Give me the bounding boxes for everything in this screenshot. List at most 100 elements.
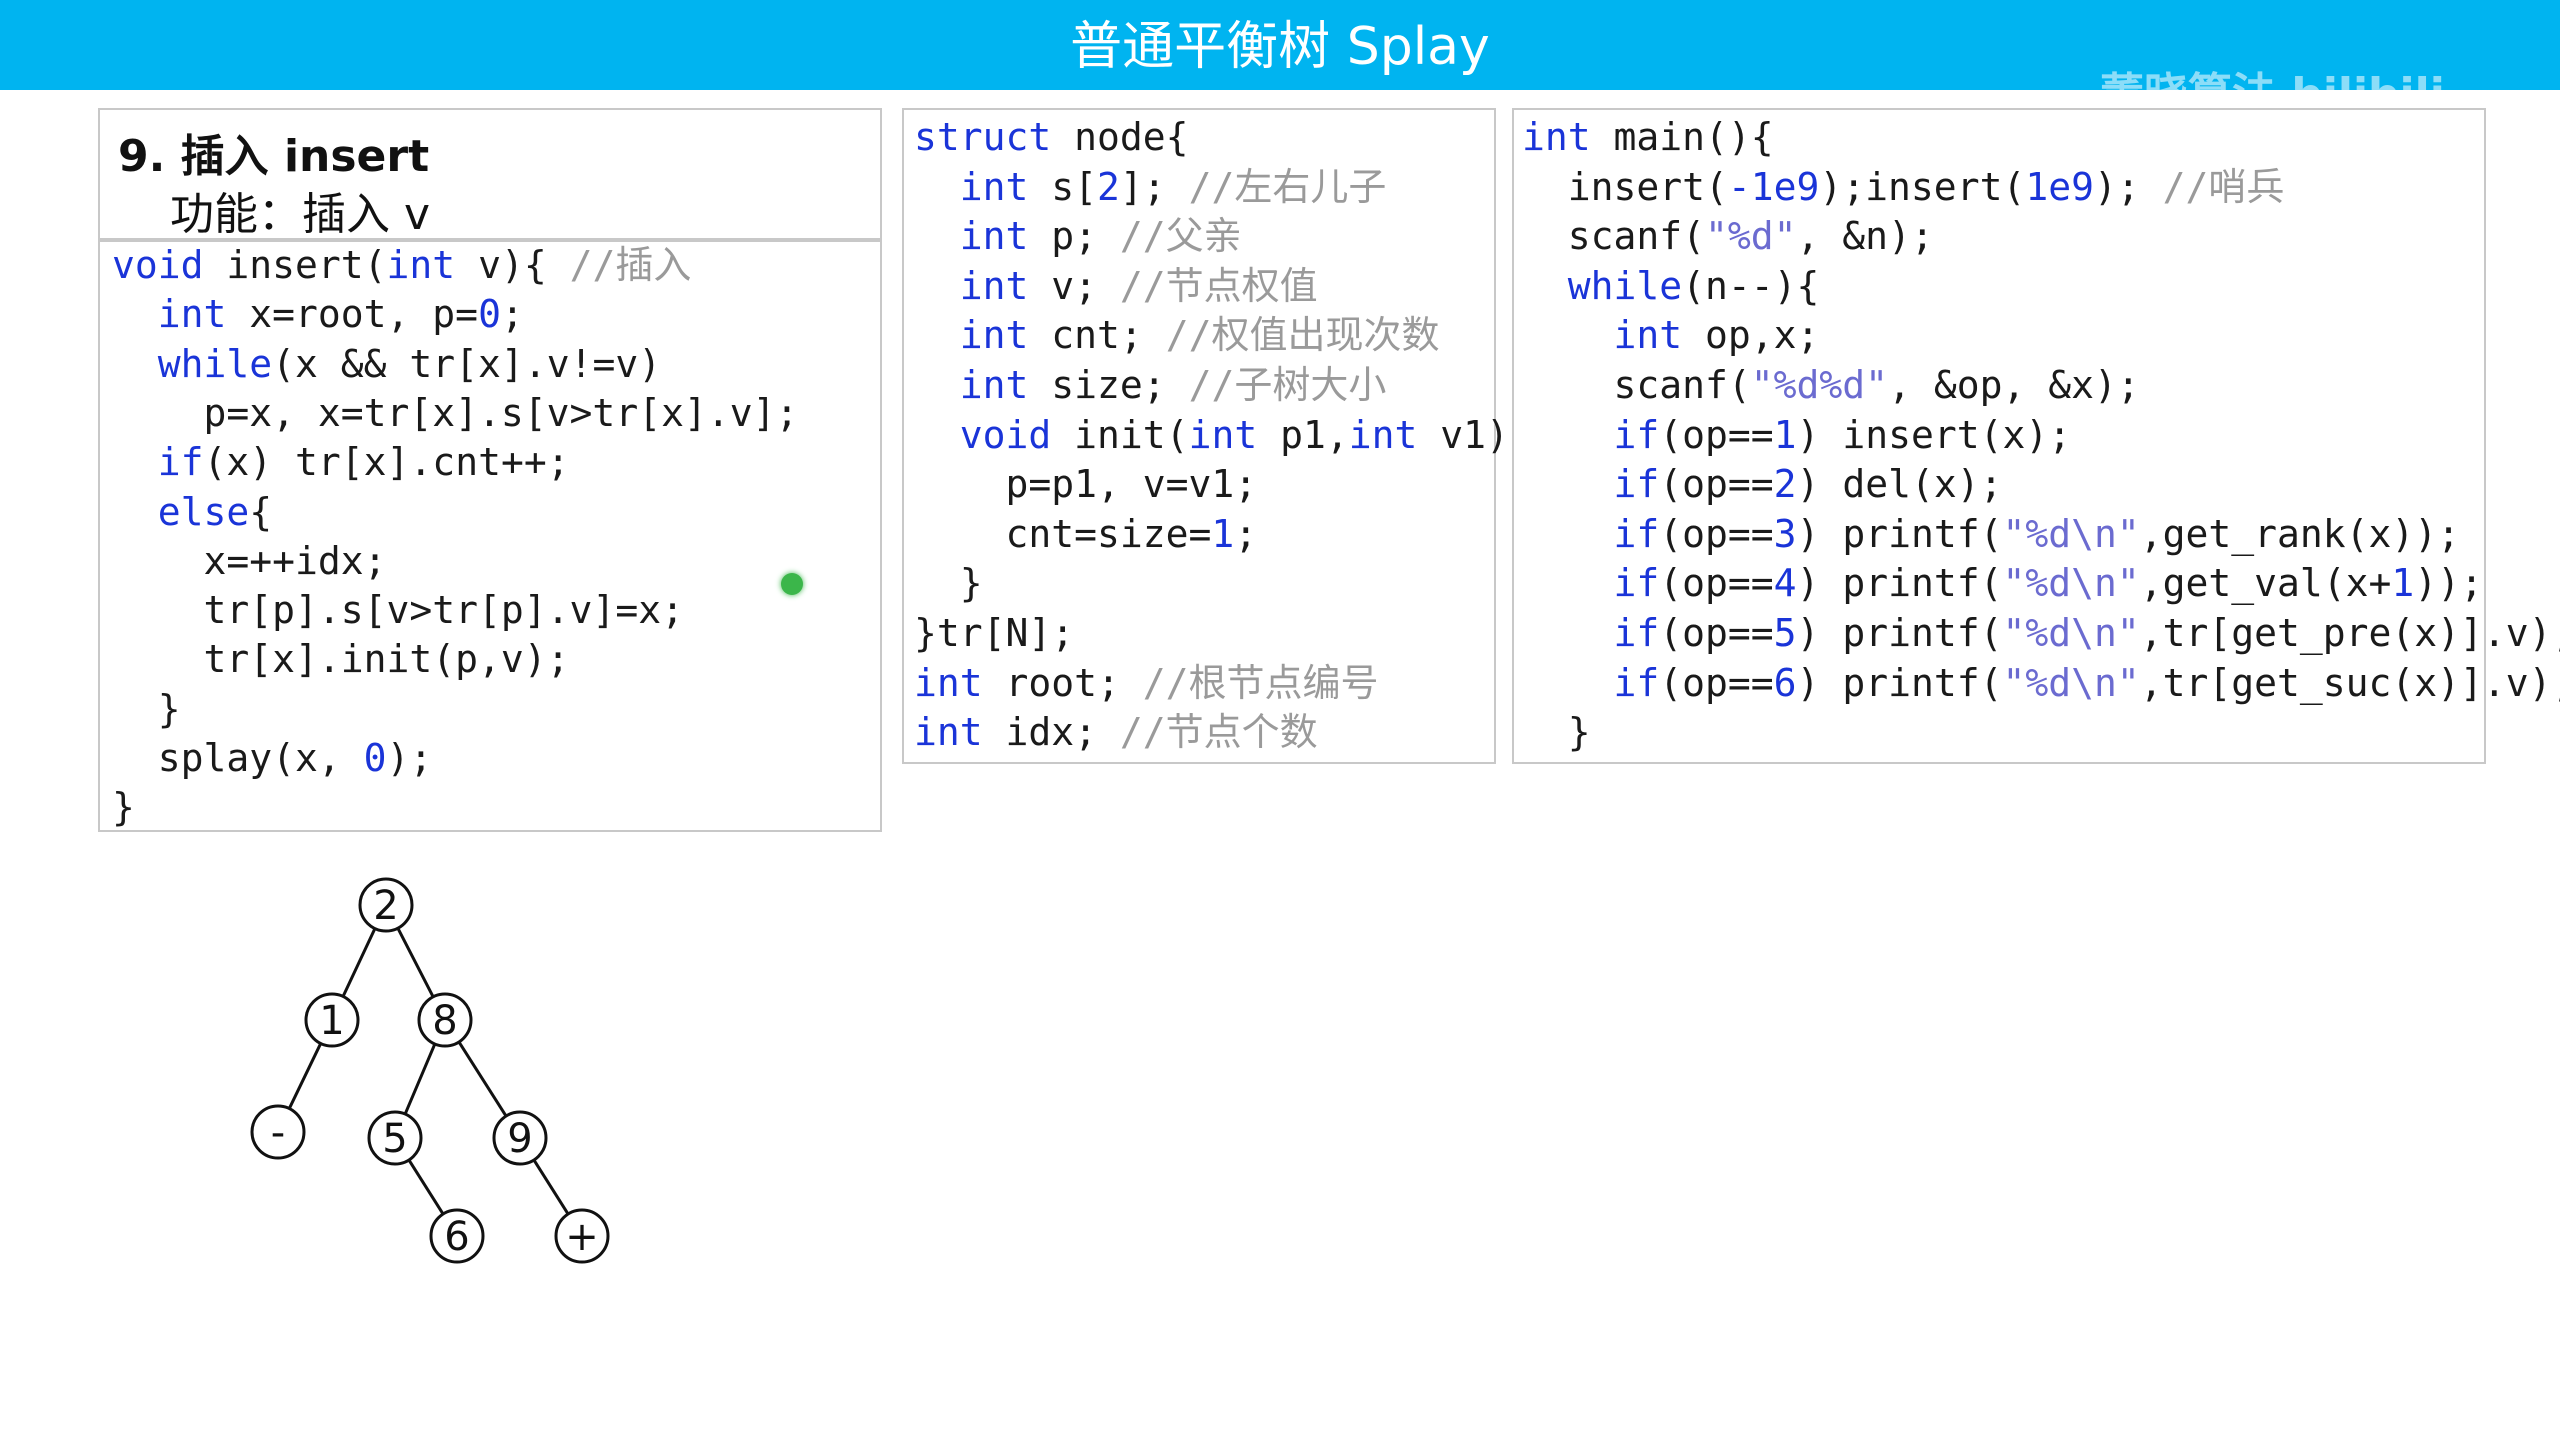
code-line: p=p1, v=v1;: [914, 459, 1258, 509]
code-line: int op,x;: [1522, 310, 1820, 360]
code-token: node{: [1051, 115, 1189, 159]
code-token: if: [157, 440, 204, 485]
code-token: //左右儿子: [1188, 164, 1387, 209]
code-line: void init(int p1,int v1){: [914, 410, 1532, 460]
code-token: s[: [1028, 164, 1098, 209]
code-token: (x) tr[x].cnt++;: [203, 440, 570, 485]
code-token: size;: [1028, 363, 1189, 407]
code-token: cnt=size=: [914, 511, 1212, 556]
node-struct-code-panel: struct node{ int s[2]; //左右儿子 int p; //父…: [902, 108, 1532, 764]
code-token: cnt;: [1028, 313, 1166, 358]
code-token: ];: [1119, 164, 1189, 209]
code-token: //根节点编号: [1142, 660, 1379, 705]
code-token: if: [1613, 462, 1660, 507]
code-token: , &n);: [1796, 214, 1934, 259]
code-token: //哨兵: [2162, 164, 2285, 209]
code-token: //插入: [569, 243, 692, 287]
code-line: int size; //子树大小: [914, 360, 1387, 410]
code-token: main(){: [1590, 115, 1774, 159]
code-token: ) insert(x);: [1796, 412, 2072, 457]
code-token: (n--){: [1682, 263, 1820, 308]
code-token: (op==: [1659, 511, 1774, 556]
tree-node-label: 9: [507, 1116, 532, 1162]
code-token: int: [157, 292, 227, 337]
code-token: "%d\n": [2002, 660, 2140, 705]
code-token: else: [157, 489, 250, 534]
code-line: }tr[N];: [914, 608, 1074, 658]
code-token: 1: [1211, 511, 1235, 556]
insert-code-panel: void insert(int v){ //插入 int x=root, p=0…: [98, 240, 882, 832]
code-token: 1: [1773, 412, 1797, 457]
code-token: 1e9: [2025, 164, 2094, 209]
code-token: int: [959, 164, 1029, 209]
code-token: ) printf(: [1796, 611, 2003, 655]
code-token: if: [1613, 660, 1660, 705]
code-token: }: [112, 785, 135, 830]
code-token: 2: [1097, 164, 1120, 209]
code-token: int: [1522, 115, 1591, 159]
code-token: insert(: [203, 243, 387, 287]
tree-node-label: +: [565, 1214, 599, 1260]
code-token: );insert(: [1819, 164, 2026, 209]
code-token: //权值出现次数: [1165, 313, 1440, 358]
code-token: int: [1348, 412, 1418, 457]
code-token: (op==: [1659, 462, 1774, 507]
code-token: x=++idx;: [112, 538, 387, 583]
code-line: splay(x, 0);: [112, 733, 433, 783]
code-line: int main(){: [1522, 112, 1774, 162]
code-line: if(op==4) printf("%d\n",get_val(x+1));: [1522, 558, 2483, 608]
code-token: v){: [455, 243, 570, 287]
code-line: }: [112, 684, 181, 734]
code-line: while(x && tr[x].v!=v): [112, 339, 661, 389]
code-token: int: [386, 243, 456, 287]
cursor-dot: [781, 573, 803, 595]
code-token: {: [249, 489, 273, 534]
main-code-panel: int main(){ insert(-1e9);insert(1e9); //…: [1512, 108, 2560, 764]
code-token: }: [1522, 710, 1591, 755]
code-line: if(op==1) insert(x);: [1522, 410, 2072, 460]
code-token: init(: [1051, 412, 1189, 457]
code-token: (x && tr[x].v!=v): [272, 341, 662, 386]
code-line: }: [914, 558, 983, 608]
code-token: (op==: [1659, 561, 1774, 606]
tree-edge: [457, 1041, 508, 1117]
code-token: p=p1, v=v1;: [914, 462, 1258, 507]
code-token: while: [157, 341, 273, 386]
code-token: ) printf(: [1796, 561, 2003, 606]
code-line: scanf("%d%d", &op, &x);: [1522, 360, 2140, 410]
code-line: if(op==6) printf("%d\n",tr[get_suc(x)].v…: [1522, 658, 2560, 708]
code-token: 2: [1773, 462, 1797, 507]
code-token: );: [386, 736, 433, 780]
code-token: int: [959, 214, 1029, 259]
code-token: idx;: [982, 710, 1120, 755]
code-token: //节点个数: [1119, 710, 1318, 755]
code-token: ;: [500, 292, 524, 337]
code-token: int: [959, 313, 1029, 358]
code-token: scanf(: [1522, 363, 1751, 407]
code-token: p1,: [1257, 412, 1349, 457]
code-line: int p; //父亲: [914, 211, 1242, 261]
tree-node-label: 6: [444, 1214, 469, 1260]
code-token: 4: [1773, 561, 1797, 606]
code-token: 0: [363, 736, 387, 780]
code-token: root;: [982, 660, 1143, 705]
code-token: 3: [1773, 511, 1797, 556]
code-token: scanf(: [1522, 214, 1706, 259]
code-token: int: [914, 660, 983, 705]
code-line: int s[2]; //左右儿子: [914, 162, 1387, 212]
code-token: splay(x,: [112, 736, 364, 780]
